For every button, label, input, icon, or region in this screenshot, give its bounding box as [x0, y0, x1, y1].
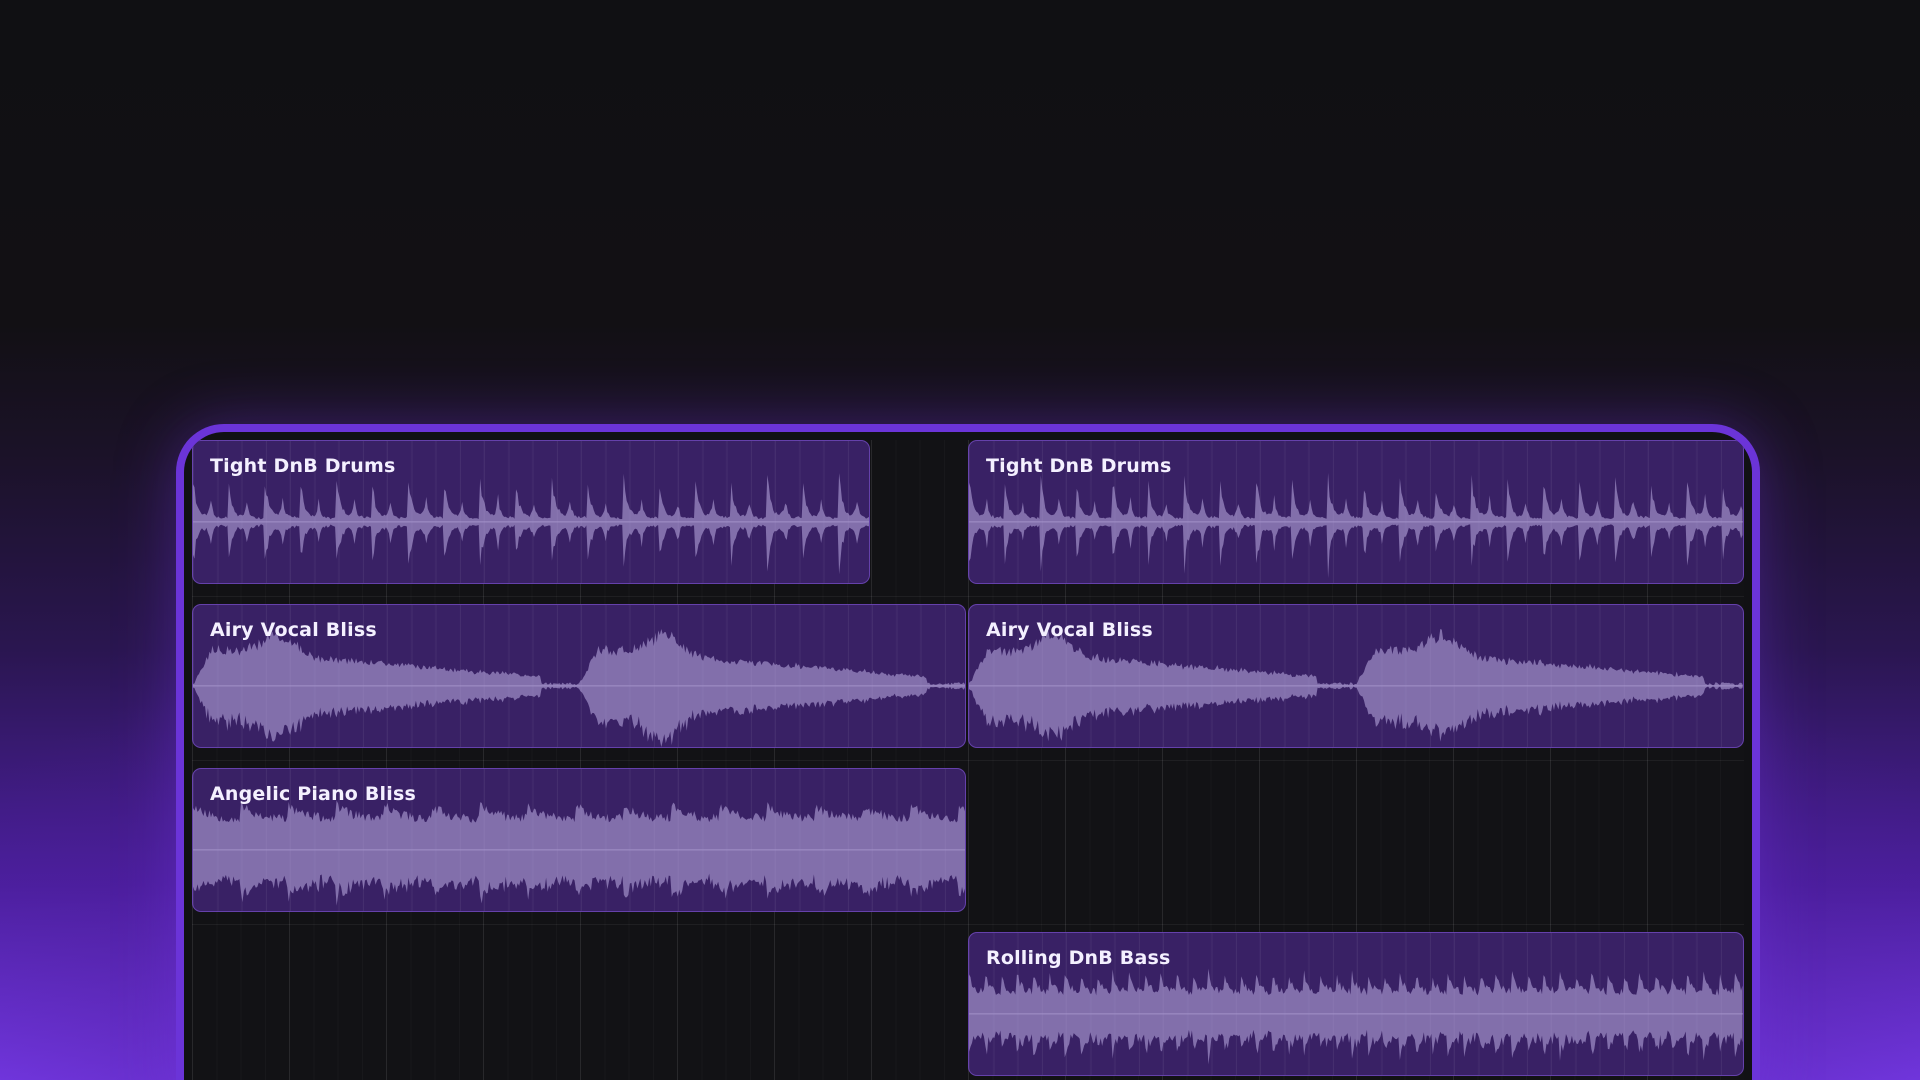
clip-label: Tight DnB Drums: [986, 455, 1172, 477]
clip-label: Airy Vocal Bliss: [986, 619, 1153, 641]
audio-clip-piano-1[interactable]: Angelic Piano Bliss: [192, 768, 966, 912]
waveform-shape: [193, 473, 869, 575]
lane-divider: [192, 760, 1744, 761]
lane-divider: [192, 596, 1744, 597]
daw-window: Tight DnB Drums Tight DnB Drums Airy Voc…: [176, 424, 1760, 1080]
waveform-shape: [193, 628, 965, 747]
waveform-shape: [193, 800, 965, 906]
audio-clip-bass-1[interactable]: Rolling DnB Bass: [968, 932, 1744, 1076]
clip-label: Rolling DnB Bass: [986, 947, 1171, 969]
waveform-shape: [969, 629, 1743, 742]
clip-label: Tight DnB Drums: [210, 455, 396, 477]
audio-clip-drums-1[interactable]: Tight DnB Drums: [192, 440, 870, 584]
waveform-shape: [969, 968, 1743, 1065]
clip-label: Angelic Piano Bliss: [210, 783, 416, 805]
audio-clip-vocal-2[interactable]: Airy Vocal Bliss: [968, 604, 1744, 748]
audio-clip-vocal-1[interactable]: Airy Vocal Bliss: [192, 604, 966, 748]
waveform-shape: [969, 472, 1743, 579]
lane-divider: [192, 924, 1744, 925]
audio-clip-drums-2[interactable]: Tight DnB Drums: [968, 440, 1744, 584]
page: Tight DnB Drums Tight DnB Drums Airy Voc…: [0, 0, 1920, 1080]
arrangement-timeline[interactable]: Tight DnB Drums Tight DnB Drums Airy Voc…: [192, 440, 1744, 1080]
clip-label: Airy Vocal Bliss: [210, 619, 377, 641]
